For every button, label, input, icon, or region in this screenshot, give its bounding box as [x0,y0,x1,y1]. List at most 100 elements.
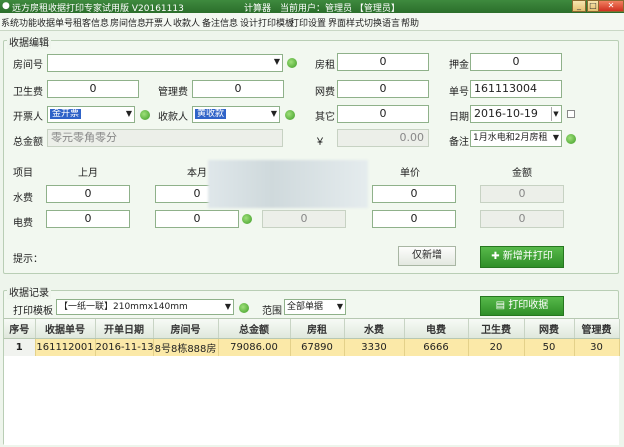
col-header[interactable]: 房租 [290,319,345,339]
receipt-no-label: 单号 [449,87,469,98]
deposit-label: 押金 [449,60,469,71]
plus-icon: ✚ [491,251,503,262]
table-cell: 79086.00 [218,338,291,356]
range-select[interactable]: 全部单据 ▼ [284,299,346,315]
issuer-label: 开票人 [13,112,43,123]
rent-input[interactable]: 0 [337,53,429,71]
electric-usage: 0 [262,210,346,228]
menu-issuer[interactable]: 开票人 [145,16,172,29]
refresh-room-icon[interactable] [287,58,297,68]
app-logo-icon: ● [2,1,10,11]
chevron-down-icon: ▼ [336,302,343,311]
col-header[interactable]: 序号 [4,319,36,339]
receipt-edit-group [3,40,619,274]
network-input[interactable]: 0 [337,80,429,98]
total-in-words: 零元零角零分 [47,129,283,147]
payee-select[interactable]: 黄收款 ▼ [192,106,280,123]
col-header[interactable]: 水费 [344,319,405,339]
menu-payee[interactable]: 收款人 [173,16,200,29]
table-cell: 50 [524,338,575,356]
menu-ui-style[interactable]: 界面样式 [328,16,364,29]
table-cell: 1 [4,338,36,356]
receipt-no-input[interactable]: 161113004 [470,80,562,98]
table-cell: 6666 [404,338,469,356]
electric-label: 电费 [13,218,33,229]
refresh-template-icon[interactable] [239,303,249,313]
receipt-edit-title: 收据编辑 [7,34,51,49]
menu-room[interactable]: 房间信息 [110,16,146,29]
menu-bar: 系统功能 收据单号 租客信息 房间信息 开票人 收款人 备注信息 设计打印模板 … [0,13,624,31]
table-cell: 20 [468,338,525,356]
print-receipt-button[interactable]: ▤ 打印收据 [480,296,564,316]
date-input[interactable]: 2016-10-19 ▼ [470,105,562,123]
records-table-container: 序号 收据单号 开单日期 房间号 总金额 房租 水费 电费 卫生费 网费 管理费… [4,318,620,445]
table-cell: 3330 [344,338,405,356]
issuer-select[interactable]: 金开票 ▼ [47,106,135,123]
refresh-remark-icon[interactable] [566,134,576,144]
col-header[interactable]: 电费 [404,319,469,339]
total-label: 总金额 [13,137,43,148]
refresh-electric-icon[interactable] [242,214,252,224]
management-input[interactable]: 0 [192,80,284,98]
add-and-print-button[interactable]: ✚ 新增并打印 [480,246,564,268]
table-cell: 30 [574,338,620,356]
remark-select[interactable]: 1月水电和2月房租 ▼ [470,130,562,147]
electric-amount: 0 [480,210,564,228]
hint-label: 提示： [13,254,43,265]
table-row[interactable]: 1 161112001 2016-11-13 8号8栋888房 79086.00… [4,338,620,356]
title-bar: ● 远方房租收据打印专家试用版 V20161113 计算器 当前用户：管理员 【… [0,0,624,14]
calendar-dropdown-icon[interactable]: ▼ [551,107,560,121]
date-checkbox[interactable] [567,110,575,118]
remark-label: 备注 [449,137,469,148]
electric-last-input[interactable]: 0 [46,210,130,228]
sanitation-input[interactable]: 0 [47,80,139,98]
electric-price-input[interactable]: 0 [372,210,456,228]
col-header[interactable]: 卫生费 [468,319,525,339]
table-cell: 8号8栋888房 [153,338,219,356]
refresh-payee-icon[interactable] [285,110,295,120]
rent-label: 房租 [315,60,335,71]
room-no-label: 房间号 [13,60,43,71]
col-header[interactable]: 开单日期 [95,319,154,339]
records-table: 序号 收据单号 开单日期 房间号 总金额 房租 水费 电费 卫生费 网费 管理费… [4,319,620,356]
print-template-select[interactable]: 【一纸一联】210mmx140mm ▼ [56,299,234,315]
table-cell: 161112001 [35,338,96,356]
minimize-button[interactable]: _ [572,0,586,12]
utility-price-header: 单价 [400,168,420,179]
menu-remark[interactable]: 备注信息 [202,16,238,29]
col-header[interactable]: 管理费 [574,319,620,339]
col-header[interactable]: 网费 [524,319,575,339]
total-amount: 0.00 [337,129,429,147]
range-label: 范围 [262,306,282,317]
menu-tenant[interactable]: 租客信息 [73,16,109,29]
room-no-select[interactable]: ▼ [47,54,283,72]
currency-symbol: ￥ [315,137,325,148]
electric-this-input[interactable]: 0 [155,210,239,228]
utility-amount-header: 金额 [512,168,532,179]
utility-last-header: 上月 [78,168,98,179]
printer-icon: ▤ [495,300,509,311]
col-header[interactable]: 房间号 [153,319,219,339]
menu-print-settings[interactable]: 打印设置 [290,16,326,29]
chevron-down-icon: ▼ [270,109,277,118]
chevron-down-icon: ▼ [224,302,231,311]
sanitation-label: 卫生费 [13,87,43,98]
refresh-issuer-icon[interactable] [140,110,150,120]
utility-item-header: 项目 [13,168,33,179]
only-add-button[interactable]: 仅新增 [398,246,456,266]
menu-language[interactable]: 切换语言 [364,16,400,29]
other-input[interactable]: 0 [337,105,429,123]
obscured-area [208,160,368,208]
close-button[interactable]: ✕ [598,0,624,12]
menu-receipt-no[interactable]: 收据单号 [37,16,73,29]
deposit-input[interactable]: 0 [470,53,562,71]
menu-design-template[interactable]: 设计打印模板 [240,16,294,29]
menu-help[interactable]: 帮助 [401,16,419,29]
water-last-input[interactable]: 0 [46,185,130,203]
menu-system[interactable]: 系统功能 [1,16,37,29]
col-header[interactable]: 收据单号 [35,319,96,339]
col-header[interactable]: 总金额 [218,319,291,339]
utility-this-header: 本月 [187,168,207,179]
water-price-input[interactable]: 0 [372,185,456,203]
table-header-row: 序号 收据单号 开单日期 房间号 总金额 房租 水费 电费 卫生费 网费 管理费 [4,319,620,339]
